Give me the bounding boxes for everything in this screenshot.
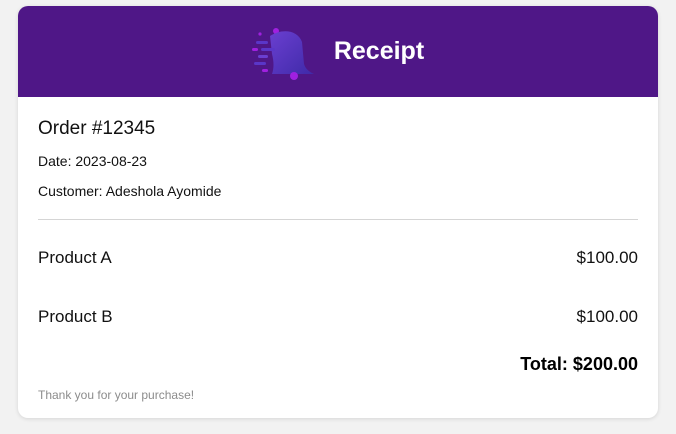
receipt-body: Order #12345 Date: 2023-08-23 Customer: … xyxy=(18,97,658,403)
item-name: Product B xyxy=(38,307,113,326)
receipt-card: Receipt Order #12345 Date: 2023-08-23 Cu… xyxy=(18,6,658,418)
bell-logo-icon xyxy=(251,27,314,80)
item-price: $100.00 xyxy=(576,307,638,326)
order-date: Date: 2023-08-23 xyxy=(38,153,147,169)
receipt-header: Receipt xyxy=(18,6,658,97)
order-total: Total: $200.00 xyxy=(520,354,638,374)
item-name: Product A xyxy=(38,248,112,267)
thank-you-note: Thank you for your purchase! xyxy=(38,388,195,402)
order-title: Order #12345 xyxy=(38,118,156,139)
customer-name: Customer: Adeshola Ayomide xyxy=(38,183,222,199)
line-item: Product A $100.00 xyxy=(38,247,638,269)
item-price: $100.00 xyxy=(576,248,638,267)
line-item: Product B $100.00 xyxy=(38,306,638,328)
divider xyxy=(38,219,638,220)
receipt-title: Receipt xyxy=(333,37,425,65)
